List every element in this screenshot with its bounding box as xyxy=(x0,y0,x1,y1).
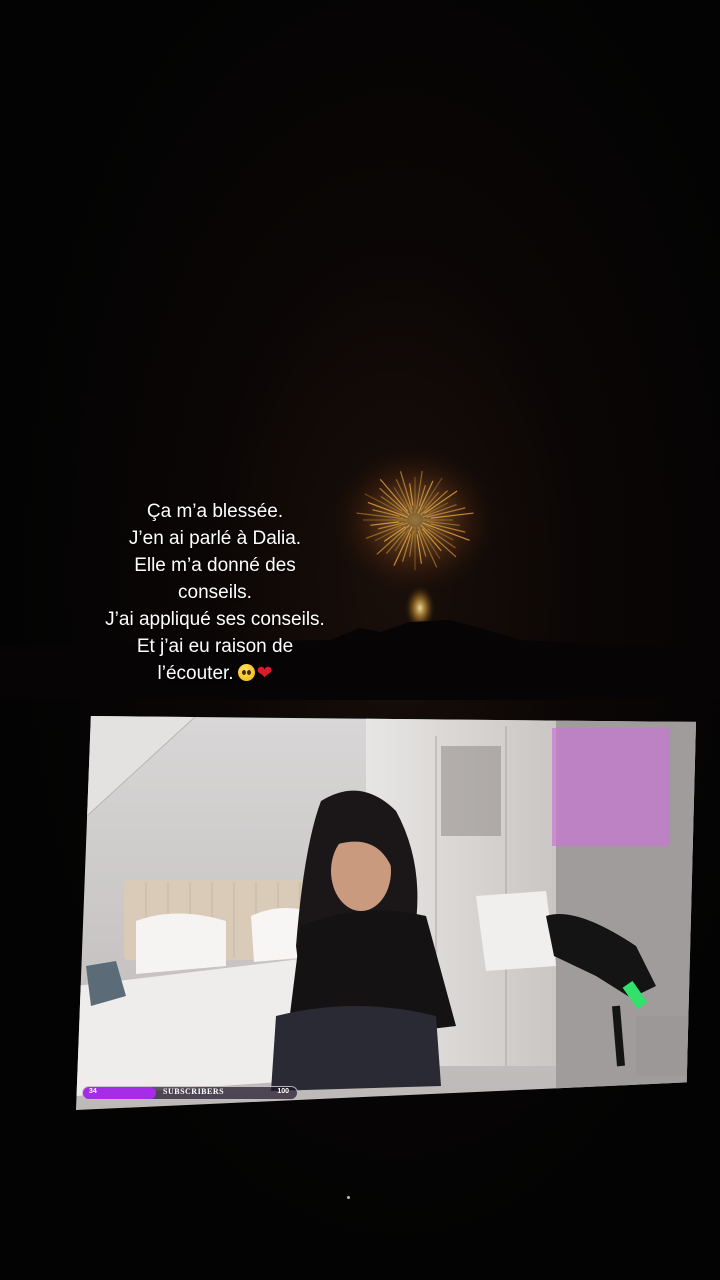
caption-line: conseils. xyxy=(178,582,252,603)
stream-chat-overlay xyxy=(552,728,670,846)
caption-line-last: l’écouter. ❤ xyxy=(60,660,370,687)
caption-line: Elle m’a donné des xyxy=(134,555,296,576)
story-caption: Ça m’a blessée. J’en ai parlé à Dalia. E… xyxy=(60,498,370,687)
caption-line: J’en ai parlé à Dalia. xyxy=(128,528,302,549)
caption-line: Ça m’a blessée. xyxy=(146,501,284,522)
screen-speck xyxy=(347,1196,350,1199)
subscriber-goal-label: SUBSCRIBERS xyxy=(163,1087,225,1096)
pleading-face-icon xyxy=(237,664,255,681)
caption-line: l’écouter. xyxy=(157,663,234,684)
subscriber-goal-bar: 34 SUBSCRIBERS 100 xyxy=(82,1086,298,1100)
caption-line: Et j’ai eu raison de xyxy=(136,636,294,657)
stream-monitor: 34 SUBSCRIBERS 100 xyxy=(76,716,696,1110)
subscriber-count: 34 xyxy=(89,1088,97,1095)
heart-icon: ❤ xyxy=(256,663,273,684)
video-screen: Ça m’a blessée. J’en ai parlé à Dalia. E… xyxy=(0,0,720,1280)
caption-line: J’ai appliqué ses conseils. xyxy=(105,609,325,630)
subscriber-goal-target: 100 xyxy=(277,1088,289,1095)
